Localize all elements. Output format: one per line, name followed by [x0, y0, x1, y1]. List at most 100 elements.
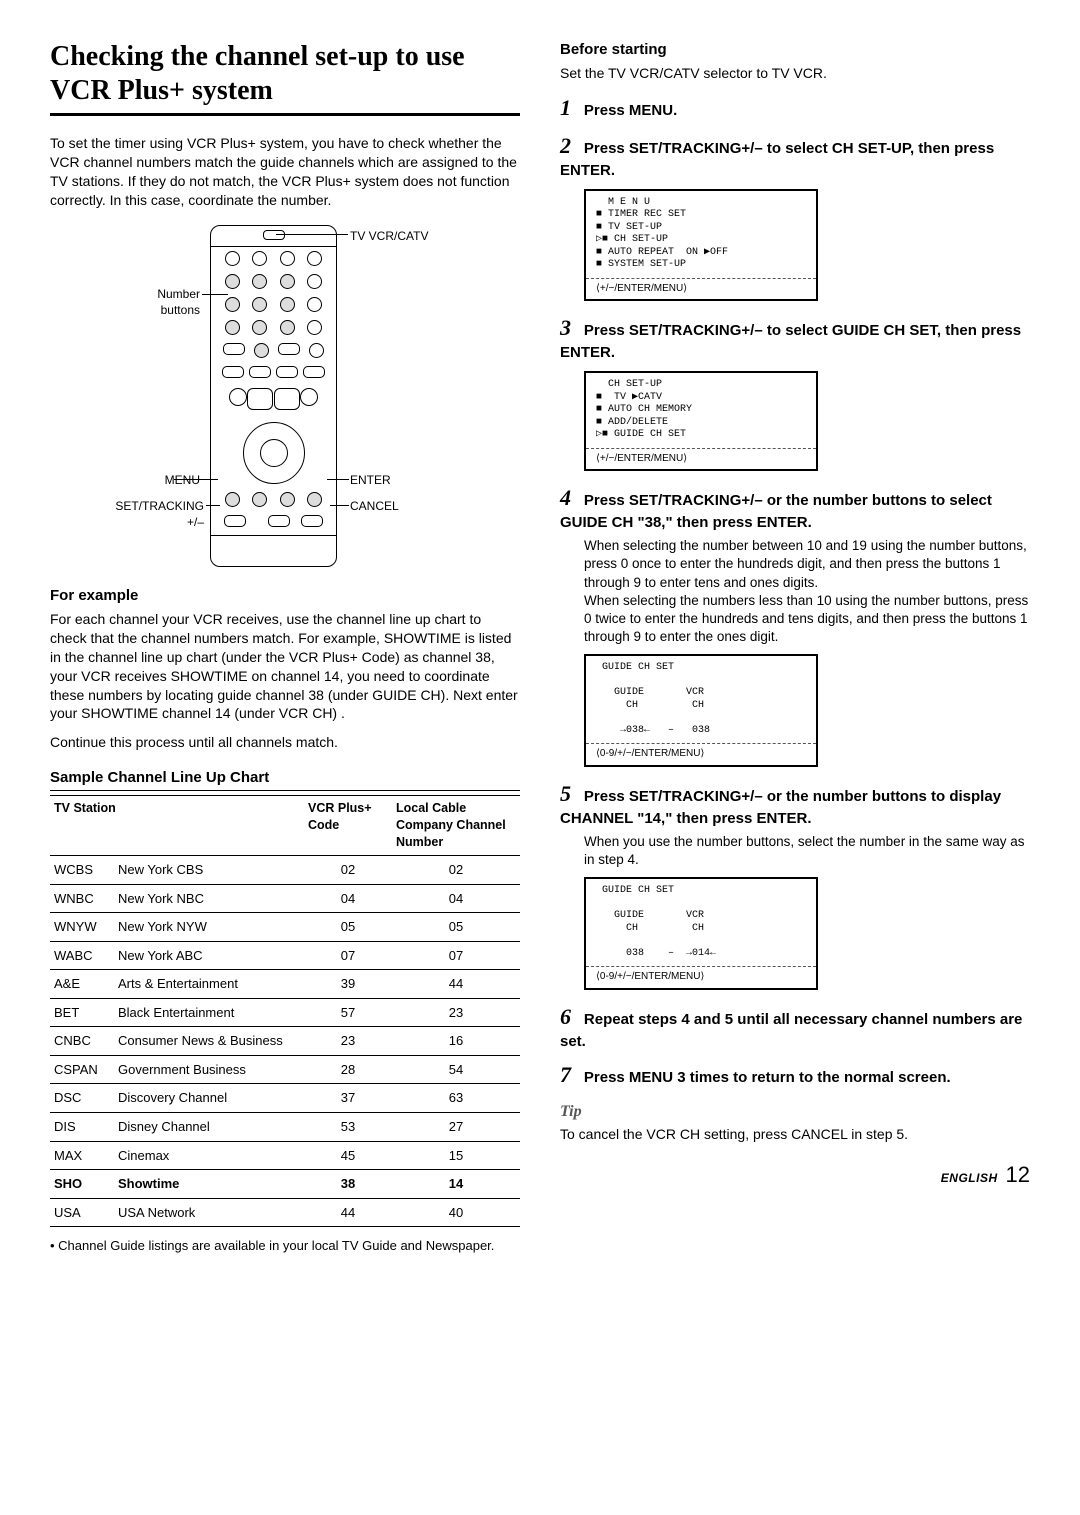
- cell-code: 53: [304, 1113, 392, 1142]
- osd-3-footer: ⟨+/−/ENTER/MENU⟩: [596, 453, 806, 466]
- tv-vcr-catv-switch: [263, 230, 285, 240]
- for-example-tail: Continue this process until all channels…: [50, 733, 520, 752]
- before-body: Set the TV VCR/CATV selector to TV VCR.: [560, 64, 1030, 83]
- cell-local: 16: [392, 1027, 520, 1056]
- label-cancel: CANCEL: [350, 498, 399, 514]
- cell-abbr: DIS: [50, 1113, 114, 1142]
- th-code: VCR Plus+ Code: [304, 796, 392, 856]
- cell-name: Discovery Channel: [114, 1084, 304, 1113]
- cell-name: New York CBS: [114, 856, 304, 885]
- cell-abbr: CNBC: [50, 1027, 114, 1056]
- cell-name: New York NBC: [114, 884, 304, 913]
- label-number-l2: buttons: [161, 303, 200, 317]
- step-6-num: 6: [560, 1002, 580, 1032]
- table-row: WABCNew York ABC0707: [50, 941, 520, 970]
- table-row: MAXCinemax4515: [50, 1141, 520, 1170]
- osd-5-content: GUIDE CH SET GUIDE VCR CH CH 038 – →014←: [596, 885, 806, 960]
- step-1: 1 Press MENU.: [560, 93, 1030, 123]
- osd-4-footer: ⟨0-9/+/−/ENTER/MENU⟩: [596, 748, 806, 761]
- step-4-num: 4: [560, 483, 580, 513]
- cell-code: 44: [304, 1198, 392, 1227]
- cell-abbr: SHO: [50, 1170, 114, 1199]
- tip-body: To cancel the VCR CH setting, press CANC…: [560, 1125, 1030, 1144]
- cell-abbr: BET: [50, 998, 114, 1027]
- cell-abbr: WNYW: [50, 913, 114, 942]
- label-set-tracking: SET/TRACKING +/–: [54, 498, 204, 530]
- cell-local: 54: [392, 1055, 520, 1084]
- osd-step-5: GUIDE CH SET GUIDE VCR CH CH 038 – →014←…: [584, 877, 818, 990]
- cell-name: Showtime: [114, 1170, 304, 1199]
- step-3-num: 3: [560, 313, 580, 343]
- cell-code: 37: [304, 1084, 392, 1113]
- table-row: CNBCConsumer News & Business2316: [50, 1027, 520, 1056]
- set-tracking-button-icon: [224, 515, 246, 527]
- cell-local: 23: [392, 998, 520, 1027]
- step-4-body: When selecting the number between 10 and…: [584, 537, 1030, 646]
- cell-code: 02: [304, 856, 392, 885]
- step-7: 7 Press MENU 3 times to return to the no…: [560, 1060, 1030, 1090]
- cell-local: 44: [392, 970, 520, 999]
- step-1-title: Press MENU.: [584, 102, 677, 119]
- step-5-title: Press SET/TRACKING+/– or the number butt…: [560, 788, 1001, 827]
- page-footer: ENGLISH 12: [560, 1160, 1030, 1190]
- step-4-title: Press SET/TRACKING+/– or the number butt…: [560, 492, 992, 531]
- step-5-num: 5: [560, 779, 580, 809]
- cell-name: New York NYW: [114, 913, 304, 942]
- intro-paragraph: To set the timer using VCR Plus+ system,…: [50, 134, 520, 210]
- english-label: ENGLISH: [941, 1171, 998, 1185]
- label-number-buttons: Number buttons: [110, 286, 200, 318]
- step-6-title: Repeat steps 4 and 5 until all necessary…: [560, 1011, 1022, 1050]
- cell-local: 40: [392, 1198, 520, 1227]
- osd-2-footer: ⟨+/−/ENTER/MENU⟩: [596, 283, 806, 296]
- for-example-body: For each channel your VCR receives, use …: [50, 610, 520, 723]
- chart-title: Sample Channel Line Up Chart: [50, 768, 520, 791]
- cell-name: Government Business: [114, 1055, 304, 1084]
- table-row: USAUSA Network4440: [50, 1198, 520, 1227]
- osd-3-content: CH SET-UP ■ TV ▶CATV ■ AUTO CH MEMORY ■ …: [596, 379, 806, 442]
- jog-dial: [243, 422, 305, 484]
- cell-code: 07: [304, 941, 392, 970]
- table-row: WNYWNew York NYW0505: [50, 913, 520, 942]
- osd-4-content: GUIDE CH SET GUIDE VCR CH CH →038← – 038: [596, 662, 806, 737]
- step-6: 6 Repeat steps 4 and 5 until all necessa…: [560, 1002, 1030, 1052]
- cell-local: 07: [392, 941, 520, 970]
- table-row: DISDisney Channel5327: [50, 1113, 520, 1142]
- label-set-tracking-l2: +/–: [187, 515, 204, 529]
- cell-name: Disney Channel: [114, 1113, 304, 1142]
- step-5: 5 Press SET/TRACKING+/– or the number bu…: [560, 779, 1030, 829]
- cell-code: 45: [304, 1141, 392, 1170]
- cancel-button-icon: [301, 515, 323, 527]
- table-row: DSCDiscovery Channel3763: [50, 1084, 520, 1113]
- enter-button-icon: [307, 492, 322, 507]
- step-7-title: Press MENU 3 times to return to the norm…: [584, 1069, 951, 1086]
- cell-abbr: A&E: [50, 970, 114, 999]
- table-row: CSPANGovernment Business2854: [50, 1055, 520, 1084]
- table-row: WCBSNew York CBS0202: [50, 856, 520, 885]
- label-enter: ENTER: [350, 472, 391, 488]
- step-2-num: 2: [560, 131, 580, 161]
- cell-local: 02: [392, 856, 520, 885]
- tip-label: Tip: [560, 1101, 1030, 1123]
- table-row: BETBlack Entertainment5723: [50, 998, 520, 1027]
- table-row: SHOShowtime3814: [50, 1170, 520, 1199]
- th-station: TV Station: [50, 796, 304, 856]
- chart-note: • Channel Guide listings are available i…: [50, 1237, 520, 1255]
- menu-button-icon: [225, 492, 240, 507]
- step-4: 4 Press SET/TRACKING+/– or the number bu…: [560, 483, 1030, 533]
- label-tv-vcr-catv: TV VCR/CATV: [350, 228, 428, 244]
- step-3-title: Press SET/TRACKING+/– to select GUIDE CH…: [560, 322, 1021, 361]
- cell-name: New York ABC: [114, 941, 304, 970]
- cell-name: Cinemax: [114, 1141, 304, 1170]
- step-5-body: When you use the number buttons, select …: [584, 833, 1030, 869]
- page-title: Checking the channel set-up to use VCR P…: [50, 40, 520, 107]
- cell-abbr: WABC: [50, 941, 114, 970]
- cell-abbr: CSPAN: [50, 1055, 114, 1084]
- cell-local: 05: [392, 913, 520, 942]
- osd-step-2: M E N U ■ TIMER REC SET ■ TV SET-UP ▷■ C…: [584, 189, 818, 302]
- page-number: 12: [1006, 1162, 1030, 1187]
- step-1-num: 1: [560, 93, 580, 123]
- table-row: WNBCNew York NBC0404: [50, 884, 520, 913]
- remote-diagram: TV VCR/CATV Number buttons MENU SET/TRAC…: [50, 220, 520, 570]
- cell-name: Arts & Entertainment: [114, 970, 304, 999]
- osd-2-content: M E N U ■ TIMER REC SET ■ TV SET-UP ▷■ C…: [596, 197, 806, 272]
